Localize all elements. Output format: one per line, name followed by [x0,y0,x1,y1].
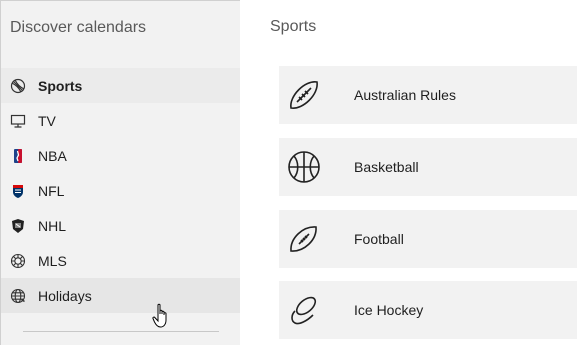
sidebar-item-label: NBA [38,147,67,164]
australian-rules-ball-icon [282,73,326,117]
sidebar-item-mls[interactable]: MLS [1,243,240,278]
sidebar-item-label: NFL [38,182,65,199]
sidebar-item-label: Sports [38,77,83,94]
sidebar: Discover calendars Sports TV NBA NFL NHL… [0,0,240,345]
sidebar-item-label: MLS [38,252,67,269]
nfl-logo-icon [10,183,26,199]
mls-logo-icon [10,253,26,269]
page-title: Sports [270,18,317,35]
football-icon [282,217,326,261]
card-ice-hockey[interactable]: Ice Hockey [279,281,577,339]
globe-icon [10,288,26,304]
sidebar-item-label: TV [38,112,56,129]
sidebar-item-label: NHL [38,217,67,234]
sidebar-divider [23,331,219,332]
sidebar-item-label: Holidays [38,287,92,304]
category-list: Sports TV NBA NFL NHL MLS Holidays [1,68,240,313]
sidebar-item-holidays[interactable]: Holidays [1,278,240,313]
sidebar-title: Discover calendars [10,19,147,36]
sidebar-item-tv[interactable]: TV [1,103,240,138]
sidebar-item-nhl[interactable]: NHL [1,208,240,243]
card-label: Football [354,231,404,247]
sidebar-item-nfl[interactable]: NFL [1,173,240,208]
card-label: Ice Hockey [354,302,424,318]
sidebar-item-sports[interactable]: Sports [1,68,240,103]
card-australian-rules[interactable]: Australian Rules [279,66,577,124]
sidebar-item-nba[interactable]: NBA [1,138,240,173]
nhl-logo-icon [10,218,26,234]
card-basketball[interactable]: Basketball [279,138,577,196]
card-label: Australian Rules [354,87,456,103]
tv-monitor-icon [10,113,26,129]
sports-ball-icon [10,78,26,94]
nba-logo-icon [10,148,26,164]
card-football[interactable]: Football [279,210,577,268]
sports-card-list: Australian Rules Basketball Football Ice… [279,66,577,353]
basketball-icon [282,145,326,189]
hockey-puck-icon [282,288,326,332]
card-label: Basketball [354,159,419,175]
hand-pointer-cursor-icon [152,303,167,328]
